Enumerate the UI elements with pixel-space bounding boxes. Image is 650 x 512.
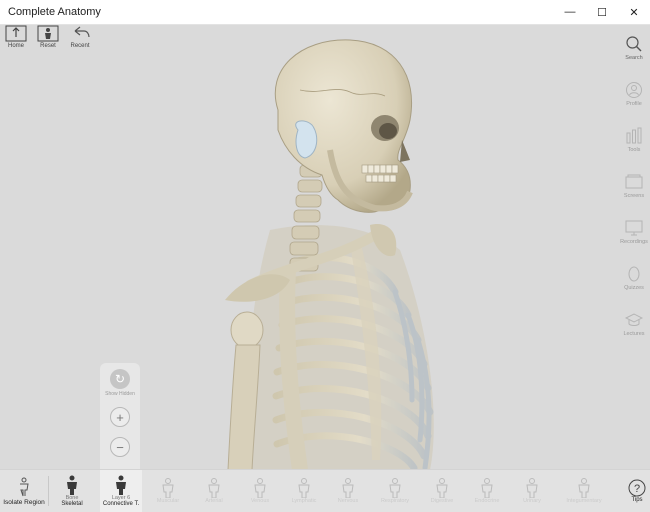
refresh-icon: ↻ [114,372,126,386]
body-figure-icon [436,478,448,498]
layer-label-line2: Connective T. [102,501,140,507]
body-figure-icon [298,478,310,498]
tips-button[interactable]: ? Tips [628,470,646,512]
top-toolbar: Home Reset Recent [2,25,94,49]
tools-icon [626,127,642,144]
body-figure-icon [526,478,538,498]
rail-lectures[interactable]: Lectures [618,301,650,347]
zoom-panel: ↻ Show Hidden + − [100,363,140,469]
layer-lymphatic-label: Lymphatic [291,498,317,504]
show-hidden-label: Show Hidden [105,391,135,397]
rail-quizzes[interactable]: Quizzes [618,255,650,301]
zoom-in-button[interactable]: + [110,407,130,427]
layer-endocrine-label: Endocrine [474,498,500,504]
skeleton-model[interactable] [0,25,650,511]
rail-tools[interactable]: Tools [618,117,650,163]
layer-muscular[interactable]: Muscular [150,470,186,512]
rail-recordings[interactable]: Recordings [618,209,650,255]
body-figure-icon [342,478,354,498]
home-icon [5,25,27,42]
layer-integumentary-label: Integumentary [566,498,602,504]
rail-screens[interactable]: Screens [618,163,650,209]
recent-button[interactable]: Recent [66,25,94,49]
bottom-divider [48,476,49,506]
layer-digestive[interactable]: Digestive [424,470,460,512]
screens-icon [625,174,643,189]
reset-button[interactable]: Reset [34,25,62,49]
body-figure-icon [481,478,493,498]
maximize-button[interactable]: ☐ [586,0,618,24]
isolate-region-button[interactable]: Isolate Region [0,470,48,512]
rail-search-label: Search [625,55,643,61]
rail-profile-label: Profile [626,101,642,107]
minimize-button[interactable]: — [554,0,586,24]
tips-label: Tips [631,497,643,503]
reset-label: Reset [40,43,56,49]
layer-connective[interactable]: Layer 6 Connective T. [100,470,142,512]
bone-label-line2: Skeletal [61,501,83,507]
body-figure-icon [116,475,126,495]
svg-text:?: ? [634,483,640,495]
show-hidden-button[interactable]: ↻ [110,369,130,389]
body-figure-icon [67,475,77,495]
3d-viewport[interactable] [0,25,650,511]
rail-tools-label: Tools [627,147,641,153]
layer-lymphatic[interactable]: Lymphatic [286,470,322,512]
rail-screens-label: Screens [623,193,645,199]
rail-profile[interactable]: Profile [618,71,650,117]
quizzes-icon [628,266,640,282]
reset-icon [37,25,59,42]
zoom-out-button[interactable]: − [110,437,130,457]
rail-quizzes-label: Quizzes [624,285,644,291]
body-figure-icon [208,478,220,498]
profile-icon [626,82,642,98]
bottom-layer-bar: Isolate Region Bone Skeletal Layer 6 Con… [0,469,650,512]
app-title: Complete Anatomy [8,6,101,18]
layer-venous[interactable]: Venous [242,470,278,512]
rail-search[interactable]: Search [618,25,650,71]
layer-respiratory[interactable]: Respiratory [374,470,416,512]
layer-urinary[interactable]: Urinary [514,470,550,512]
rail-lectures-label: Lectures [623,331,645,337]
layer-bone-skeletal[interactable]: Bone Skeletal [56,470,88,512]
search-icon [626,36,642,52]
rail-recordings-label: Recordings [620,239,648,245]
help-icon: ? [628,479,646,497]
layer-urinary-label: Urinary [523,498,541,504]
layer-integumentary[interactable]: Integumentary [558,470,610,512]
home-label: Home [7,43,24,49]
right-rail: Search Profile Tools Screens Recordings [618,25,650,505]
layer-endocrine[interactable]: Endocrine [468,470,506,512]
body-figure-icon [389,478,401,498]
layer-digestive-label: Digestive [430,498,454,504]
close-button[interactable]: ✕ [618,0,650,24]
layer-muscular-label: Muscular [156,498,180,504]
layer-nervous-label: Nervous [337,498,359,504]
window-controls: — ☐ ✕ [554,0,650,24]
layer-venous-label: Venous [250,498,270,504]
layer-arterial[interactable]: Arterial [196,470,232,512]
body-figure-icon [254,478,266,498]
recordings-icon [625,220,643,236]
layer-nervous[interactable]: Nervous [330,470,366,512]
layer-arterial-label: Arterial [205,498,223,504]
undo-icon [74,26,90,38]
body-figure-icon [578,478,590,498]
lectures-icon [625,313,643,326]
body-figure-icon [162,478,174,498]
title-bar: Complete Anatomy — ☐ ✕ [0,0,650,25]
body-outline-icon [20,477,29,496]
home-button[interactable]: Home [2,25,30,49]
layer-respiratory-label: Respiratory [380,498,410,504]
isolate-region-label: Isolate Region [3,498,45,506]
recent-label: Recent [70,43,90,49]
